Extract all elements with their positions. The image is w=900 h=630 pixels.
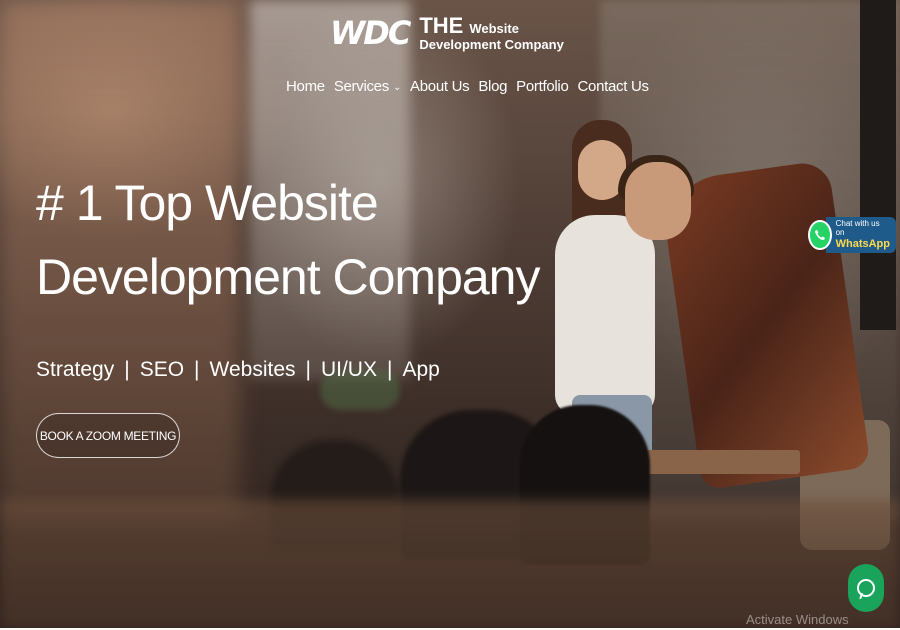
book-zoom-meeting-button[interactable]: BOOK A ZOOM MEETING — [36, 413, 180, 458]
chat-icon — [857, 579, 875, 597]
services-list: Strategy | SEO | Websites | UI/UX | App — [36, 358, 440, 382]
nav-item-portfolio[interactable]: Portfolio — [516, 78, 569, 95]
person-woman-body — [555, 215, 655, 415]
hero-headline-line1: # 1 Top Website — [36, 175, 379, 231]
service-item: SEO — [139, 358, 185, 381]
service-item: UI/UX — [320, 358, 377, 381]
person-man-head — [625, 162, 691, 240]
phone-glyph — [814, 230, 825, 240]
service-item: Websites — [209, 358, 296, 381]
chevron-down-icon: ⌄ — [392, 82, 402, 93]
whatsapp-chat-button[interactable]: Chat with us on WhatsApp — [808, 215, 896, 255]
hero-headline: # 1 Top Website Development Company — [36, 166, 540, 314]
service-item: Strategy — [36, 358, 115, 381]
nav-item-blog[interactable]: Blog — [478, 78, 507, 95]
nav-item-home[interactable]: Home — [286, 78, 325, 95]
separator: | — [386, 358, 393, 381]
whatsapp-label: Chat with us on WhatsApp — [825, 217, 896, 253]
logo-mark: WDC — [330, 14, 411, 53]
logo-the: THE — [419, 13, 464, 38]
logo-text: THE Website Development Company — [419, 13, 564, 53]
service-item: App — [402, 358, 440, 381]
main-nav: Home Services ⌄ About Us Blog Portfolio … — [286, 78, 649, 95]
nav-item-label: Services — [333, 78, 389, 95]
nav-item-services[interactable]: Services ⌄ — [333, 78, 402, 95]
activate-windows-watermark: Activate Windows — [746, 612, 849, 627]
separator: | — [194, 358, 200, 381]
separator: | — [305, 358, 311, 381]
logo-website: Website — [469, 21, 519, 36]
logo-company: Development Company — [419, 37, 564, 53]
whatsapp-label-big: WhatsApp — [835, 237, 890, 250]
nav-item-about[interactable]: About Us — [410, 78, 470, 95]
background-foreground — [0, 500, 900, 628]
whatsapp-label-small: Chat with us on — [835, 219, 880, 237]
whatsapp-icon — [808, 220, 832, 250]
separator: | — [124, 358, 130, 381]
live-chat-button[interactable] — [848, 564, 884, 612]
nav-item-contact[interactable]: Contact Us — [578, 78, 650, 95]
background-frame — [860, 0, 896, 330]
hero-headline-line2: Development Company — [36, 249, 540, 305]
site-logo[interactable]: WDC THE Website Development Company — [330, 13, 564, 53]
